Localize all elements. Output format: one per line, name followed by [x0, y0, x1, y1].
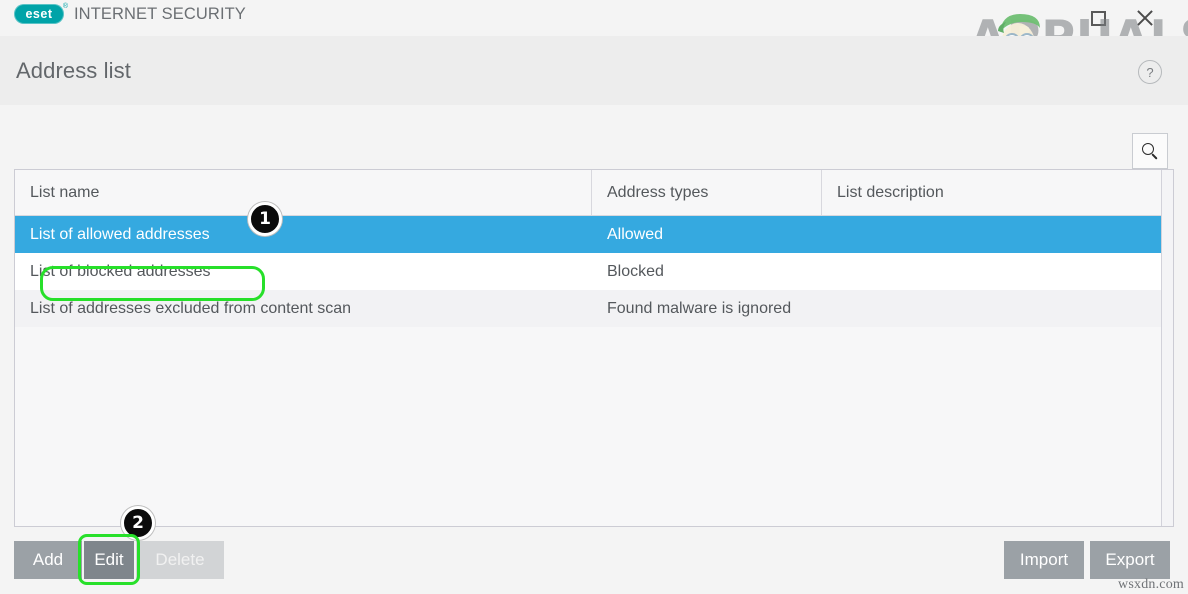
table-body: List of allowed addresses Allowed List o… [15, 216, 1173, 327]
eset-logo-icon: eset ® [14, 4, 64, 24]
column-header-address-types[interactable]: Address types [592, 170, 822, 215]
cell-address-types: Blocked [592, 263, 822, 281]
cell-list-name: List of addresses excluded from content … [15, 300, 592, 318]
close-icon [1135, 8, 1155, 28]
title-bar: eset ® INTERNET SECURITY [0, 0, 1188, 36]
add-button[interactable]: Add [14, 541, 82, 579]
search-icon [1142, 143, 1159, 160]
help-button[interactable]: ? [1138, 60, 1162, 84]
close-button[interactable] [1125, 0, 1165, 36]
delete-button: Delete [136, 541, 224, 579]
product-name: INTERNET SECURITY [74, 5, 246, 24]
export-button[interactable]: Export [1090, 541, 1170, 579]
cell-list-name: List of blocked addresses [15, 263, 592, 281]
brand: eset ® INTERNET SECURITY [14, 4, 246, 24]
cell-list-name: List of allowed addresses [15, 226, 592, 244]
cell-address-types: Found malware is ignored [592, 300, 822, 318]
page-title: Address list [16, 58, 131, 84]
annotation-badge-1: 1 [248, 202, 282, 236]
table-row[interactable]: List of blocked addresses Blocked [15, 253, 1173, 290]
eset-address-list-window: eset ® INTERNET SECURITY APPUALS [0, 0, 1188, 594]
search-button[interactable] [1132, 133, 1168, 169]
wsxdn-watermark: wsxdn.com [1118, 577, 1184, 593]
page-header: Address list [0, 36, 1188, 105]
address-list-table: List name Address types List description… [14, 169, 1174, 527]
maximize-button[interactable] [1078, 0, 1118, 36]
eset-logo-text: eset [25, 8, 52, 21]
table-row[interactable]: List of addresses excluded from content … [15, 290, 1173, 327]
maximize-icon [1091, 11, 1106, 26]
column-header-list-name[interactable]: List name [15, 170, 592, 215]
edit-button[interactable]: Edit [84, 541, 134, 579]
import-button[interactable]: Import [1004, 541, 1084, 579]
cell-address-types: Allowed [592, 226, 822, 244]
vertical-scrollbar[interactable] [1161, 170, 1173, 526]
table-header-row: List name Address types List description [15, 170, 1173, 216]
column-header-list-description[interactable]: List description [822, 170, 1163, 215]
registered-trademark-icon: ® [63, 3, 68, 10]
annotation-badge-2: 2 [121, 506, 155, 540]
table-row[interactable]: List of allowed addresses Allowed [15, 216, 1173, 253]
content-area: List name Address types List description… [0, 105, 1188, 594]
